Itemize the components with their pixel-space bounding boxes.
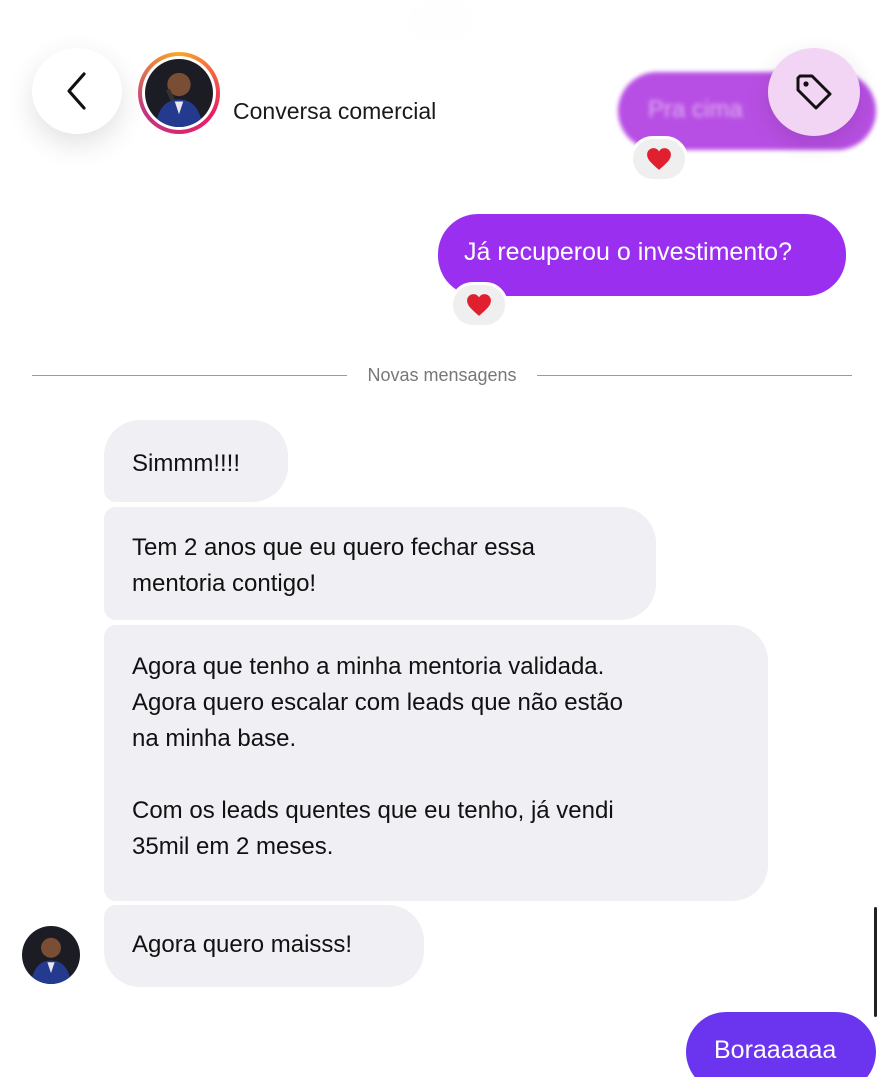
outgoing-message[interactable]: Boraaaaaa <box>686 1012 876 1077</box>
outgoing-message[interactable]: Já recuperou o investimento? <box>438 214 846 296</box>
tag-button[interactable] <box>768 48 860 136</box>
chevron-left-icon <box>67 72 86 110</box>
back-button[interactable] <box>32 48 122 134</box>
divider-label: Novas mensagens <box>367 364 517 385</box>
reaction-badge[interactable] <box>630 136 688 182</box>
message-line: na minha base. <box>132 725 297 752</box>
contact-avatar[interactable] <box>138 52 220 134</box>
heart-icon <box>467 294 491 316</box>
incoming-message[interactable]: Tem 2 anos que eu quero fechar essa ment… <box>104 507 656 620</box>
heart-icon <box>647 148 671 170</box>
person-photo-icon <box>145 59 213 127</box>
divider-line <box>32 374 348 376</box>
divider-line <box>536 374 852 376</box>
message-line: mentoria contigo! <box>132 570 317 597</box>
person-photo-icon <box>22 926 80 984</box>
message-line: 35mil em 2 meses. <box>132 833 334 860</box>
new-messages-divider: Novas mensagens <box>32 360 852 390</box>
incoming-message[interactable]: Agora quero maisss! <box>104 905 424 987</box>
reaction-badge[interactable] <box>450 282 508 328</box>
message-line: Agora que tenho a minha mentoria validad… <box>132 653 605 680</box>
scrollbar[interactable] <box>874 907 877 1017</box>
chat-title[interactable]: Conversa comercial <box>233 98 436 125</box>
message-line: Agora quero escalar com leads que não es… <box>132 689 623 716</box>
incoming-message[interactable]: Agora que tenho a minha mentoria validad… <box>104 625 768 901</box>
sender-avatar[interactable] <box>22 926 80 984</box>
message-line: Tem 2 anos que eu quero fechar essa <box>132 534 535 561</box>
incoming-message[interactable]: Simmm!!!! <box>104 420 288 502</box>
message-line: Com os leads quentes que eu tenho, já ve… <box>132 797 614 824</box>
tag-icon <box>796 74 832 110</box>
